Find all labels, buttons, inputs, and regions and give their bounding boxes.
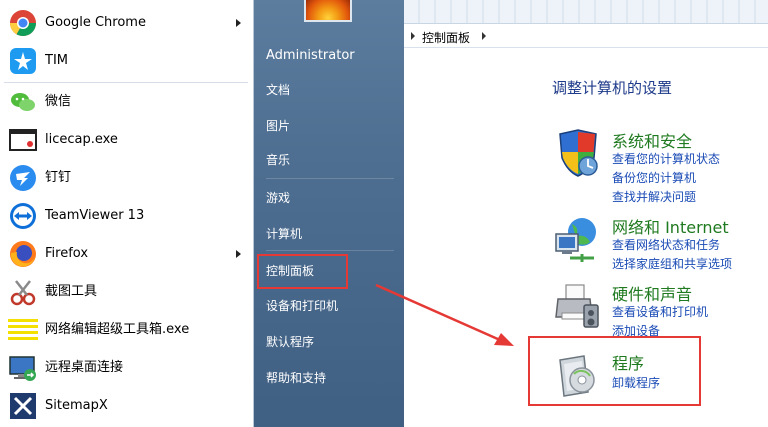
program-label: 截图工具: [45, 284, 98, 299]
control-panel-highlight-box: [257, 254, 348, 289]
places-divider: [266, 250, 394, 251]
places-pictures[interactable]: 图片: [266, 118, 290, 134]
teamviewer-icon: [8, 201, 38, 231]
program-label: Google Chrome: [45, 15, 146, 30]
category-link[interactable]: 查找并解决问题: [612, 188, 696, 205]
network-icon: [552, 214, 604, 266]
window-toolbar: [404, 0, 768, 24]
start-menu-places: Administrator 文档 图片 音乐 游戏 计算机 控制面板 设备和打印…: [254, 0, 404, 427]
user-avatar[interactable]: [304, 0, 352, 22]
program-label: Firefox: [45, 246, 89, 261]
program-label: licecap.exe: [45, 132, 118, 147]
program-label: 微信: [45, 94, 72, 109]
category-system-security: 系统和安全 查看您的计算机状态 备份您的计算机 查找并解决问题: [552, 128, 762, 206]
category-title[interactable]: 系统和安全: [612, 128, 692, 152]
program-label: 钉钉: [45, 170, 72, 185]
places-administrator[interactable]: Administrator: [266, 48, 355, 64]
breadcrumb-control-panel[interactable]: 控制面板: [422, 29, 470, 46]
places-divider: [266, 178, 394, 179]
program-sitemapx[interactable]: SitemapX: [0, 388, 253, 424]
program-licecap[interactable]: licecap.exe: [0, 122, 253, 158]
places-computer[interactable]: 计算机: [266, 226, 302, 242]
printer-icon: [552, 281, 604, 333]
submenu-arrow-icon: [236, 250, 241, 258]
toolbox-icon: [8, 315, 38, 345]
breadcrumb[interactable]: 控制面板: [404, 24, 768, 48]
remote-desktop-icon: [8, 353, 38, 383]
category-link[interactable]: 备份您的计算机: [612, 169, 696, 186]
category-link[interactable]: 查看您的计算机状态: [612, 150, 720, 167]
licecap-icon: [8, 125, 38, 155]
places-documents[interactable]: 文档: [266, 82, 290, 98]
chrome-icon: [8, 8, 38, 38]
places-games[interactable]: 游戏: [266, 190, 290, 206]
program-google-chrome[interactable]: Google Chrome: [0, 5, 253, 41]
start-menu-program-list: Google Chrome TIM 微信 licecap.exe 钉钉 Team…: [0, 0, 254, 427]
program-dingtalk[interactable]: 钉钉: [0, 160, 253, 196]
category-link[interactable]: 查看设备和打印机: [612, 303, 708, 320]
category-link[interactable]: 查看网络状态和任务: [612, 236, 720, 253]
category-title[interactable]: 硬件和声音: [612, 281, 692, 305]
places-help-support[interactable]: 帮助和支持: [266, 370, 326, 386]
page-title: 调整计算机的设置: [552, 79, 673, 97]
program-firefox[interactable]: Firefox: [0, 236, 253, 272]
submenu-arrow-icon: [236, 19, 241, 27]
firefox-icon: [8, 239, 38, 269]
program-tim[interactable]: TIM: [0, 43, 253, 79]
snipping-tool-icon: [8, 277, 38, 307]
breadcrumb-arrow-icon[interactable]: [482, 32, 486, 40]
program-teamviewer[interactable]: TeamViewer 13: [0, 198, 253, 234]
places-default-programs[interactable]: 默认程序: [266, 334, 314, 350]
dingtalk-icon: [8, 163, 38, 193]
places-music[interactable]: 音乐: [266, 152, 290, 168]
program-list-divider: [4, 82, 248, 83]
program-label: TIM: [45, 53, 68, 68]
program-wechat[interactable]: 微信: [0, 84, 253, 120]
category-title[interactable]: 网络和 Internet: [612, 214, 729, 238]
places-devices-printers[interactable]: 设备和打印机: [266, 298, 338, 314]
program-label: 远程桌面连接: [45, 360, 124, 375]
category-link[interactable]: 选择家庭组和共享选项: [612, 255, 732, 272]
breadcrumb-arrow-icon[interactable]: [411, 32, 415, 40]
shield-icon: [552, 128, 604, 180]
sitemapx-icon: [8, 391, 38, 421]
wechat-icon: [8, 87, 38, 117]
category-network-internet: 网络和 Internet 查看网络状态和任务 选择家庭组和共享选项: [552, 214, 762, 274]
program-label: SitemapX: [45, 398, 108, 413]
program-snipping-tool[interactable]: 截图工具: [0, 274, 253, 310]
program-label: 网络编辑超级工具箱.exe: [45, 322, 190, 337]
program-label: TeamViewer 13: [45, 208, 145, 223]
category-hardware-sound: 硬件和声音 查看设备和打印机 添加设备: [552, 281, 762, 339]
programs-highlight-box: [528, 336, 701, 406]
tim-icon: [8, 46, 38, 76]
program-remote-desktop[interactable]: 远程桌面连接: [0, 350, 253, 386]
program-network-toolbox[interactable]: 网络编辑超级工具箱.exe: [0, 312, 253, 348]
